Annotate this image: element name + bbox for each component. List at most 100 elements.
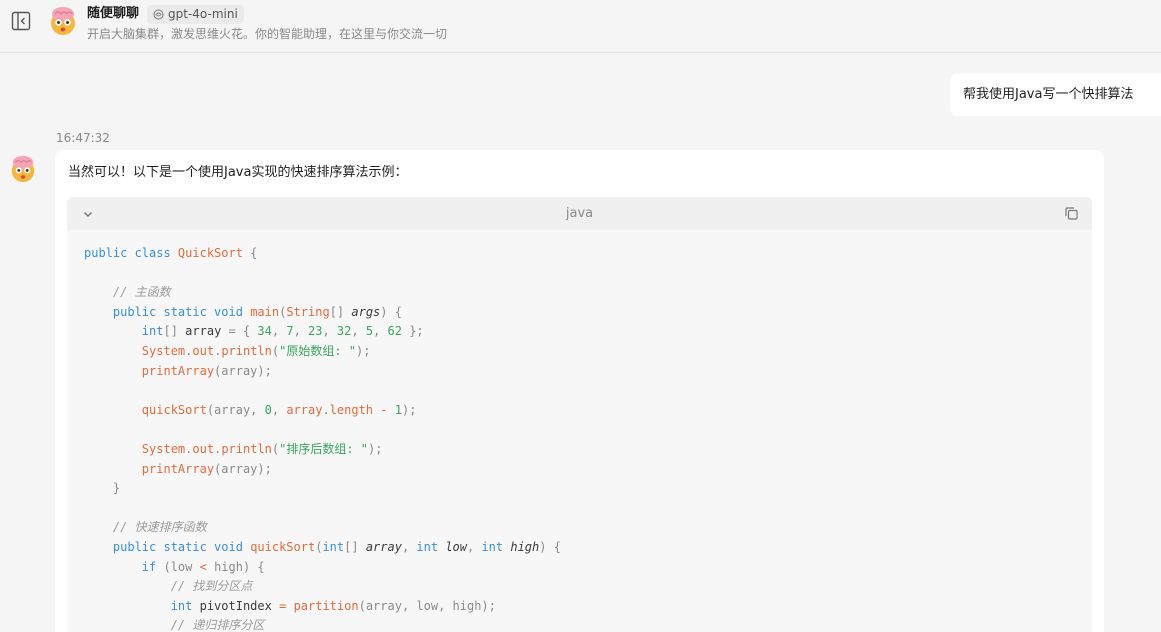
code-line: } [84,479,561,499]
code-token: 32 [336,324,352,339]
code-line: public static void quickSort(int[] array… [84,538,561,558]
code-token: System [141,343,186,358]
code-token: , [401,539,417,554]
assistant-intro-text: 当然可以！以下是一个使用Java实现的快速排序算法示例： [68,165,408,180]
code-token: println [221,343,272,358]
code-token: , [467,539,482,554]
assistant-avatar-icon [11,155,35,183]
code-block-header: java [67,197,1092,230]
code-token: 34 [257,324,272,339]
code-token: 62 [387,324,402,339]
code-token: [] [329,304,352,319]
code-line: // 主函数 [84,283,561,303]
code-token: pivotIndex [199,598,272,613]
code-token: (array, [206,402,265,417]
code-token: 23 [308,324,323,339]
code-line: System.out.println("排序后数组: "); [84,440,561,460]
code-line: // 快速排序函数 [84,518,561,538]
code-token: String [286,304,330,319]
brain-avatar-icon [51,7,75,35]
code-content: public class QuickSort { // 主函数 public s… [84,244,561,632]
code-token: public class [84,246,178,260]
code-token: } [84,481,121,496]
code-token: ) { [380,304,402,319]
code-line: // 递归排序分区 [84,616,561,632]
assistant-message: 当然可以！以下是一个使用Java实现的快速排序算法示例： java public… [55,150,1104,632]
code-token: args [351,304,381,319]
code-line: // 找到分区点 [84,577,561,597]
code-token: [] [163,324,186,339]
title-row: 随便聊聊 gpt-4o-mini [87,4,244,24]
code-line: public static void main(String[] args) { [84,303,561,323]
code-line: public class QuickSort { [84,244,561,264]
code-block: java public class QuickSort { // 主函数 pub… [67,197,1092,632]
code-token: , [373,324,388,339]
model-badge[interactable]: gpt-4o-mini [147,4,244,24]
code-token: , [271,402,287,417]
code-token: , [271,324,287,339]
code-token: public static void [112,539,251,554]
code-token: ); [401,402,417,417]
code-language-label: java [565,206,594,221]
code-token: // 快速排序函数 [112,520,207,535]
code-token: printArray [141,363,215,378]
code-token: , [322,324,337,339]
chat-subtitle: 开启大脑集群，激发思维火花。你的智能助理，在这里与你交流一切 [87,27,448,41]
code-line: printArray(array); [84,460,561,480]
code-line: printArray(array); [84,362,561,382]
sidebar-toggle-icon[interactable] [11,11,31,31]
code-token: int [481,539,511,554]
code-token: int [141,324,164,339]
code-line: if (low < high) { [84,558,561,578]
code-token: 5 [365,324,374,339]
code-line: System.out.println("原始数组: "); [84,342,561,362]
code-token: . [322,402,330,417]
code-token: (low [163,559,200,574]
code-token: }; [401,324,424,339]
code-token: < [199,559,207,574]
code-token: main [250,304,280,319]
code-token: out [192,441,215,456]
code-line: int pivotIndex = partition(array, low, h… [84,597,561,617]
code-token: // 找到分区点 [170,579,253,594]
code-token: out [192,343,215,358]
code-token: high [510,539,540,554]
code-token: public static void [112,304,251,319]
user-message: 帮我使用Java写一个快排算法 [950,73,1161,116]
code-token: [] [344,539,366,554]
code-token: if [141,559,164,574]
code-token: , [293,324,309,339]
code-token: System [141,441,186,456]
code-token: quickSort [141,402,207,417]
code-token: 7 [286,324,294,339]
code-token: array [365,539,402,554]
code-token: QuickSort [177,246,243,260]
code-token: low [445,539,467,554]
code-token: ); [356,343,371,358]
chat-title: 随便聊聊 [87,6,140,21]
code-token: int [170,598,200,613]
code-token: // 主函数 [112,285,171,300]
copy-icon[interactable] [1064,206,1079,221]
code-token: int [416,539,446,554]
code-token: "排序后数组: " [279,441,369,456]
code-token: { [242,246,258,260]
code-line: quickSort(array, 0, array.length - 1); [84,401,561,421]
code-token: quickSort [250,539,316,554]
model-name: gpt-4o-mini [168,6,238,21]
